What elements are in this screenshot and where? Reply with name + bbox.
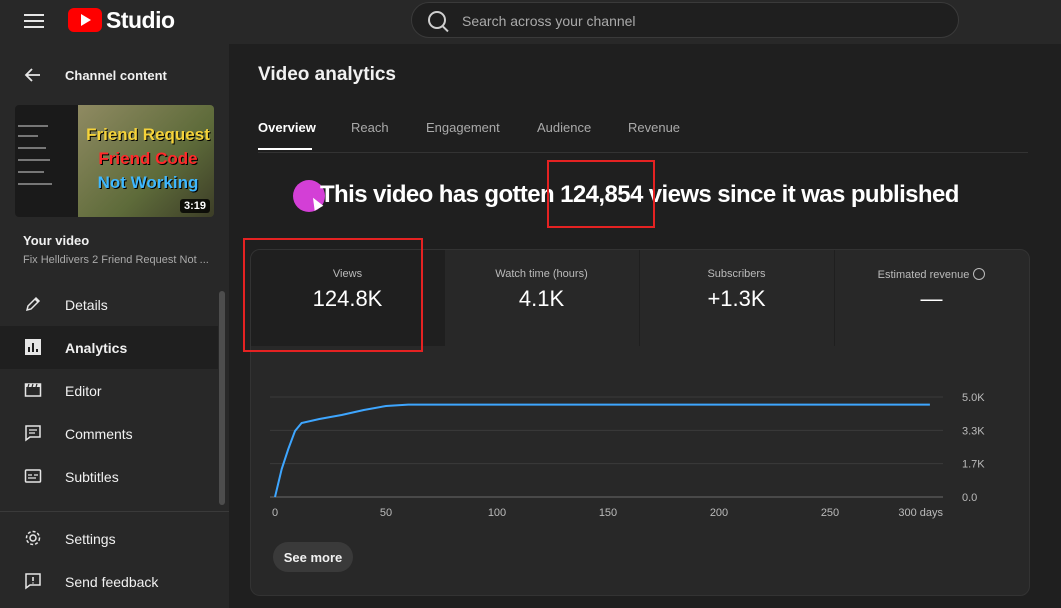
top-bar: Studio xyxy=(0,0,1061,44)
highlight-box-views-count xyxy=(547,160,655,228)
sidebar-item-label: Send feedback xyxy=(65,574,159,590)
back-label: Channel content xyxy=(65,68,167,83)
gear-icon xyxy=(25,530,41,546)
thumbnail-text: Friend Code xyxy=(98,149,198,168)
active-tab-indicator xyxy=(258,148,312,150)
sidebar-item-label: Analytics xyxy=(65,340,128,356)
tab-overview[interactable]: Overview xyxy=(258,120,316,135)
sidebar-item-comments[interactable]: Comments xyxy=(0,412,218,455)
metric-subscribers[interactable]: Subscribers +1.3K xyxy=(640,250,833,346)
thumbnail-text: Not Working xyxy=(97,173,199,192)
see-more-button[interactable]: See more xyxy=(273,542,353,572)
youtube-logo-icon xyxy=(68,8,102,32)
metric-estimated-revenue[interactable]: Estimated revenue — xyxy=(835,250,1028,346)
metric-label: Estimated revenue xyxy=(835,268,1028,281)
clapper-icon xyxy=(24,383,42,397)
tabs-divider xyxy=(258,152,1028,153)
clock-icon[interactable] xyxy=(973,268,986,280)
thumbnail-menu-screenshot xyxy=(15,105,78,217)
thumbnail-text: Friend Request xyxy=(86,125,210,144)
sidebar-item-label: Subtitles xyxy=(65,469,119,485)
search-icon[interactable] xyxy=(428,11,446,29)
highlight-box-views-metric xyxy=(243,238,423,352)
metric-label-text: Estimated revenue xyxy=(877,269,970,281)
metric-value: — xyxy=(920,286,943,311)
metric-label: Subscribers xyxy=(707,268,766,280)
video-thumbnail[interactable]: Friend Request Friend Code Not Working 3… xyxy=(15,105,214,217)
sidebar-item-analytics[interactable]: Analytics xyxy=(0,326,218,369)
subtitles-icon xyxy=(24,469,42,483)
sidebar-scrollbar[interactable] xyxy=(219,291,225,505)
tab-reach[interactable]: Reach xyxy=(351,120,389,135)
sidebar-item-label: Comments xyxy=(65,426,133,442)
video-duration: 3:19 xyxy=(179,199,210,213)
search-input[interactable] xyxy=(460,9,944,33)
metric-watch-time[interactable]: Watch time (hours) 4.1K xyxy=(445,250,638,346)
video-title: Fix Helldivers 2 Friend Request Not ... xyxy=(23,254,209,266)
sidebar-bottom-nav: Settings Send feedback xyxy=(0,517,229,603)
analytics-icon xyxy=(25,339,41,355)
sidebar-divider xyxy=(0,511,229,512)
menu-icon[interactable] xyxy=(24,11,44,31)
sidebar-item-settings[interactable]: Settings xyxy=(0,517,218,560)
tab-engagement[interactable]: Engagement xyxy=(426,120,500,135)
feedback-icon xyxy=(25,573,41,590)
tab-revenue[interactable]: Revenue xyxy=(628,120,680,135)
tab-audience[interactable]: Audience xyxy=(537,120,591,135)
sidebar-item-send-feedback[interactable]: Send feedback xyxy=(0,560,218,603)
your-video-label: Your video xyxy=(23,233,90,248)
sidebar-item-label: Settings xyxy=(65,531,116,547)
sidebar-item-label: Details xyxy=(65,297,108,313)
search-bar[interactable] xyxy=(411,2,959,38)
logo-text: Studio xyxy=(106,6,175,33)
sidebar-item-label: Editor xyxy=(65,383,102,399)
sidebar: Channel content Friend Request Friend Co… xyxy=(0,44,229,608)
pencil-icon xyxy=(25,296,41,312)
studio-logo[interactable]: Studio xyxy=(68,7,175,33)
sidebar-item-details[interactable]: Details xyxy=(0,283,218,326)
metric-label: Watch time (hours) xyxy=(495,268,588,280)
metric-value: 4.1K xyxy=(518,286,565,311)
arrow-back-icon[interactable] xyxy=(24,66,42,84)
page-title: Video analytics xyxy=(258,64,396,85)
sidebar-item-editor[interactable]: Editor xyxy=(0,369,218,412)
comment-icon xyxy=(25,425,41,442)
metric-value: +1.3K xyxy=(707,286,766,311)
sidebar-item-subtitles[interactable]: Subtitles xyxy=(0,455,218,498)
sidebar-nav: Details Analytics Editor Comments Subtit… xyxy=(0,283,229,498)
back-to-channel-content[interactable]: Channel content xyxy=(0,62,229,92)
